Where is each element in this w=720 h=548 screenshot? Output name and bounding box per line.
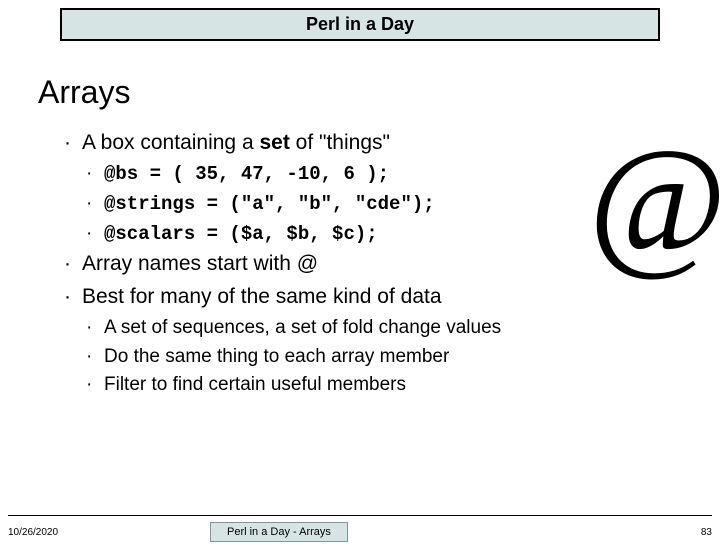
footer-date: 10/26/2020 bbox=[8, 527, 58, 538]
code-1: @bs = ( 35, 47, -10, 6 ); bbox=[104, 163, 389, 185]
sub-bullet-2: Do the same thing to each array member bbox=[60, 343, 660, 371]
bullet-3: Best for many of the same kind of data bbox=[60, 282, 660, 312]
footer-page-number: 83 bbox=[701, 527, 712, 538]
code-line-2: @strings = ("a", "b", "cde"); bbox=[60, 190, 660, 219]
bullet-2-text: Array names start with @ bbox=[82, 252, 318, 275]
header-title-bar: Perl in a Day bbox=[60, 8, 660, 41]
header-title: Perl in a Day bbox=[306, 14, 414, 34]
bullet-1-text-a: A box containing a bbox=[82, 131, 259, 154]
sub-bullet-1: A set of sequences, a set of fold change… bbox=[60, 314, 660, 342]
footer-center: Perl in a Day - Arrays bbox=[210, 522, 348, 542]
sub-3-text: Filter to find certain useful members bbox=[104, 374, 406, 395]
footer-divider bbox=[8, 515, 712, 516]
code-line-3: @scalars = ($a, $b, $c); bbox=[60, 220, 660, 249]
slide-body: A box containing a set of "things" @bs =… bbox=[60, 128, 660, 400]
code-3: @scalars = ($a, $b, $c); bbox=[104, 223, 378, 245]
code-2: @strings = ("a", "b", "cde"); bbox=[104, 193, 435, 215]
bullet-1: A box containing a set of "things" bbox=[60, 128, 660, 158]
bullet-2: Array names start with @ bbox=[60, 249, 660, 279]
sub-1-text: A set of sequences, a set of fold change… bbox=[104, 317, 501, 338]
code-line-1: @bs = ( 35, 47, -10, 6 ); bbox=[60, 160, 660, 189]
sub-2-text: Do the same thing to each array member bbox=[104, 346, 449, 367]
bullet-1-text-b: of "things" bbox=[290, 131, 390, 154]
sub-bullet-3: Filter to find certain useful members bbox=[60, 371, 660, 399]
bullet-3-text: Best for many of the same kind of data bbox=[82, 285, 442, 308]
slide-title: Arrays bbox=[38, 74, 130, 111]
bullet-1-bold: set bbox=[259, 131, 289, 154]
